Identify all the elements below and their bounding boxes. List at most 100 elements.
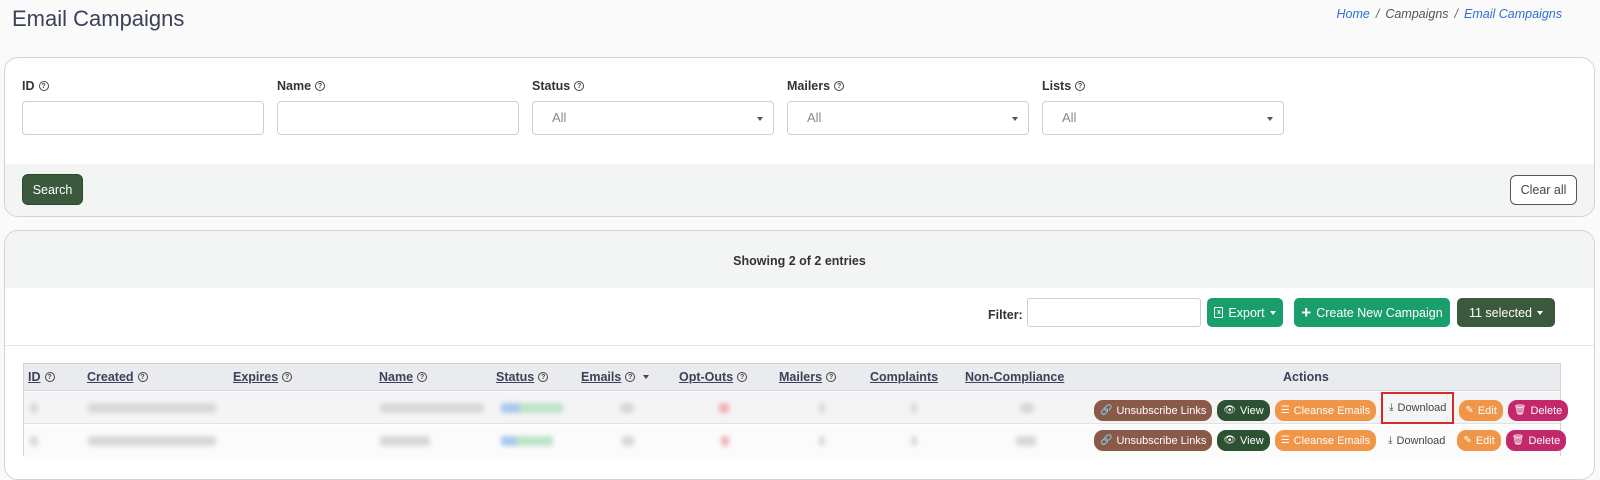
redacted-cell xyxy=(88,403,216,413)
row-actions: 🔗 Unsubscribe Links 👁 View ☰ Cleanse Emails… xyxy=(1094,392,1569,424)
help-icon: ? xyxy=(826,372,837,382)
filter-name: Name? xyxy=(277,77,519,135)
filter-mailers-label: Mailers xyxy=(787,79,831,93)
edit-button[interactable]: ✎ Edit xyxy=(1459,400,1503,421)
name-input[interactable] xyxy=(277,101,519,135)
download-button[interactable]: ⤓ Download xyxy=(1381,430,1452,451)
page-title: Email Campaigns xyxy=(12,6,185,31)
col-emails[interactable]: Emails? xyxy=(581,370,650,384)
filter-input[interactable] xyxy=(1027,298,1201,327)
col-created[interactable]: Created? xyxy=(87,370,148,384)
table-header: ID? Created? Expires? Name? Status? Emai… xyxy=(24,364,1560,391)
cleanse-emails-button[interactable]: ☰ Cleanse Emails xyxy=(1274,430,1377,451)
filter-status: Status? All xyxy=(532,77,774,135)
trash-icon: 🗑 xyxy=(1511,434,1525,446)
redacted-cell xyxy=(380,436,430,446)
col-id[interactable]: ID? xyxy=(28,370,55,384)
edit-icon: ✎ xyxy=(1465,404,1474,416)
view-button[interactable]: 👁 View xyxy=(1217,400,1270,421)
trash-icon: 🗑 xyxy=(1513,404,1527,416)
redacted-cell xyxy=(501,403,563,413)
help-icon[interactable]: ? xyxy=(834,81,845,91)
breadcrumb: Home / Campaigns / Email Campaigns xyxy=(1336,7,1562,21)
edit-icon: ✎ xyxy=(1463,434,1472,446)
redacted-cell xyxy=(819,436,825,446)
clear-all-button[interactable]: Clear all xyxy=(1510,175,1577,205)
redacted-cell xyxy=(501,436,553,446)
redacted-cell xyxy=(620,403,634,413)
col-actions: Actions xyxy=(1283,370,1329,384)
breadcrumb-separator: / xyxy=(1375,7,1380,21)
help-icon[interactable]: ? xyxy=(1075,81,1086,91)
col-non-compliance[interactable]: Non-Compliance xyxy=(965,370,1064,384)
edit-button[interactable]: ✎ Edit xyxy=(1457,430,1501,451)
search-button[interactable]: Search xyxy=(22,174,83,205)
col-mailers[interactable]: Mailers? xyxy=(779,370,837,384)
help-icon: ? xyxy=(625,372,636,382)
breadcrumb-campaigns: Campaigns xyxy=(1385,7,1449,21)
export-button[interactable]: x Export xyxy=(1207,298,1283,327)
breadcrumb-home[interactable]: Home xyxy=(1336,7,1369,21)
caret-down-icon xyxy=(1269,310,1276,315)
sort-down-icon xyxy=(643,375,650,379)
redacted-cell xyxy=(1020,403,1034,413)
redacted-cell xyxy=(88,436,216,446)
filter-label: Filter: xyxy=(988,308,1023,322)
delete-button[interactable]: 🗑 Delete xyxy=(1507,400,1569,421)
help-icon: ? xyxy=(538,372,549,382)
filter-id: ID? xyxy=(22,77,264,135)
status-select[interactable]: All xyxy=(532,101,774,135)
redacted-cell xyxy=(380,403,484,413)
link-icon: 🔗 xyxy=(1100,434,1113,446)
caret-down-icon xyxy=(1537,310,1543,315)
list-icon: ☰ xyxy=(1280,404,1290,416)
plus-icon: + xyxy=(1301,303,1312,322)
redacted-cell xyxy=(911,436,917,446)
redacted-cell xyxy=(719,403,729,413)
help-icon[interactable]: ? xyxy=(315,81,326,91)
col-complaints[interactable]: Complaints xyxy=(870,370,938,384)
col-name[interactable]: Name? xyxy=(379,370,428,384)
caret-down-icon xyxy=(757,117,763,121)
redacted-cell xyxy=(911,403,917,413)
campaigns-table: ID? Created? Expires? Name? Status? Emai… xyxy=(23,363,1569,457)
lists-select[interactable]: All xyxy=(1042,101,1284,135)
redacted-cell xyxy=(1016,436,1036,446)
mailers-select[interactable]: All xyxy=(787,101,1029,135)
filter-lists-label: Lists xyxy=(1042,79,1072,93)
eye-icon: 👁 xyxy=(1223,434,1237,446)
col-opt-outs[interactable]: Opt-Outs? xyxy=(679,370,748,384)
cleanse-emails-button[interactable]: ☰ Cleanse Emails xyxy=(1274,400,1377,421)
filter-status-label: Status xyxy=(532,79,571,93)
view-button[interactable]: 👁 View xyxy=(1217,430,1270,451)
filter-card: ID? Name? Status? All Mailers? All Lists… xyxy=(4,57,1595,217)
table-row: 🔗 Unsubscribe Links 👁 View ☰ Cleanse Emails… xyxy=(24,425,1567,457)
col-expires[interactable]: Expires? xyxy=(233,370,293,384)
filter-footer: Search Clear all xyxy=(5,164,1594,216)
download-icon: ⤓ xyxy=(1389,402,1394,413)
redacted-cell xyxy=(30,403,38,413)
help-icon: ? xyxy=(137,372,148,382)
id-input[interactable] xyxy=(22,101,264,135)
col-status[interactable]: Status? xyxy=(496,370,549,384)
create-new-campaign-button[interactable]: + Create New Campaign xyxy=(1294,298,1450,327)
row-actions: 🔗 Unsubscribe Links 👁 View ☰ Cleanse Emails… xyxy=(1094,430,1567,451)
unsubscribe-links-button[interactable]: 🔗 Unsubscribe Links xyxy=(1094,430,1213,451)
table-row: 🔗 Unsubscribe Links 👁 View ☰ Cleanse Emails… xyxy=(24,392,1569,424)
download-button[interactable]: ⤓ Download xyxy=(1381,392,1455,424)
link-icon: 🔗 xyxy=(1100,404,1113,416)
breadcrumb-email-campaigns[interactable]: Email Campaigns xyxy=(1464,7,1562,21)
help-icon: ? xyxy=(417,372,428,382)
filter-mailers: Mailers? All xyxy=(787,77,1029,135)
delete-button[interactable]: 🗑 Delete xyxy=(1505,430,1567,451)
help-icon: ? xyxy=(282,372,293,382)
help-icon[interactable]: ? xyxy=(574,81,585,91)
redacted-cell xyxy=(30,436,38,446)
caret-down-icon xyxy=(1012,117,1018,121)
unsubscribe-links-button[interactable]: 🔗 Unsubscribe Links xyxy=(1094,400,1213,421)
columns-selected-dropdown[interactable]: 11 selected xyxy=(1457,298,1555,327)
eye-icon: 👁 xyxy=(1223,404,1237,416)
caret-down-icon xyxy=(1267,117,1273,121)
help-icon[interactable]: ? xyxy=(38,81,49,91)
filter-lists: Lists? All xyxy=(1042,77,1284,135)
